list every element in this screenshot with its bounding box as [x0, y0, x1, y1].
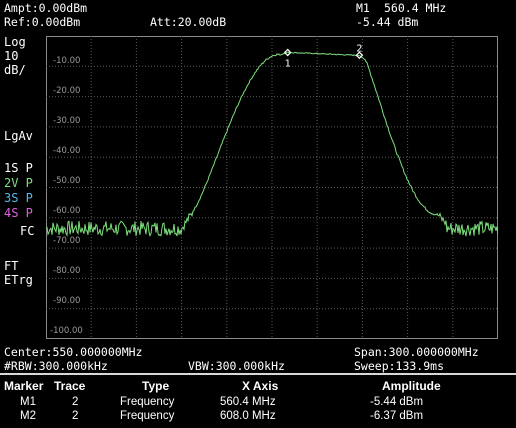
trace-2-mode: V P: [11, 176, 33, 190]
trace-3-status: 3S P: [4, 192, 33, 204]
y-axis-tick-label: -10.00: [53, 56, 81, 66]
y-axis-tick-label: -50.00: [53, 176, 81, 186]
table-divider: [0, 373, 516, 375]
span-readout: Span:300.000000MHz: [354, 345, 479, 359]
trace-1-status: 1S P: [4, 162, 33, 174]
y-axis-tick-label: -90.00: [53, 296, 81, 306]
plot-markers: 12: [283, 43, 364, 69]
type-column-header: Type: [142, 379, 170, 393]
center-frequency: Center:550.000000MHz: [4, 345, 143, 359]
active-marker-freq: 560.4 MHz: [384, 1, 447, 15]
ref-level-readout: Ref:0.00dBm: [4, 15, 81, 29]
spectrum-plot-svg: 12: [46, 36, 498, 339]
marker-row-2-type: Frequency: [120, 410, 175, 422]
ampt-readout: Ampt:0.00dBm: [4, 1, 88, 15]
plot-grid: [46, 36, 498, 339]
marker-row-1-name[interactable]: M1: [20, 396, 36, 408]
marker-table: Marker Trace Type X Axis Amplitude M1 2 …: [0, 376, 516, 428]
scale-division-label: 10: [4, 49, 19, 63]
attenuation-readout: Att:20.00dB: [150, 15, 227, 29]
marker-1-label: 1: [285, 58, 291, 69]
spectrum-plot[interactable]: 12: [46, 36, 498, 339]
marker-2-label: 2: [356, 43, 362, 54]
trace-2-status: 2V P: [4, 177, 33, 189]
marker-row-2-amplitude: -6.37 dBm: [370, 410, 424, 422]
spectrum-analyzer-screen: Ampt:0.00dBm Ref:0.00dBm Att:20.00dB M1 …: [0, 0, 516, 428]
trace-4-mode: S P: [11, 206, 33, 220]
marker-row-2-x: 608.0 MHz: [220, 410, 276, 422]
average-type-label: LgAv: [4, 129, 33, 143]
y-axis-tick-label: -70.00: [53, 236, 81, 246]
marker-row-1-amplitude: -5.44 dBm: [370, 396, 424, 408]
y-axis-tick-label: -100.00: [50, 326, 83, 336]
ft-label: FT: [4, 259, 19, 273]
trace-4-status: 4S P: [4, 207, 33, 219]
trace-3-mode: S P: [11, 191, 33, 205]
rbw-readout: #RBW:300.000kHz: [4, 359, 108, 373]
scale-type-label: Log: [4, 35, 26, 49]
trace-1-mode: S P: [11, 161, 33, 175]
trace-column-header: Trace: [54, 379, 86, 393]
marker-column-header: Marker: [4, 379, 44, 393]
y-axis-tick-label: -20.00: [53, 86, 81, 96]
y-axis-tick-label: -80.00: [53, 266, 81, 276]
fc-coupling-label: FC: [20, 224, 35, 238]
marker-row-2-name[interactable]: M2: [20, 410, 36, 422]
scale-unit-label: dB/: [4, 63, 26, 77]
y-axis-tick-label: -30.00: [53, 116, 81, 126]
marker-row-1-type: Frequency: [120, 396, 175, 408]
marker-row-2-trace: 2: [72, 410, 79, 422]
active-marker-name: M1: [356, 1, 370, 15]
sweep-time-readout: Sweep:133.9ms: [354, 359, 445, 373]
vbw-readout: VBW:300.000kHz: [188, 359, 285, 373]
active-marker-amplitude: -5.44 dBm: [356, 15, 419, 29]
y-axis-tick-label: -60.00: [53, 206, 81, 216]
marker-row-1-x: 560.4 MHz: [220, 396, 276, 408]
marker-row-1-trace: 2: [72, 396, 79, 408]
y-axis-tick-label: -40.00: [53, 146, 81, 156]
amplitude-column-header: Amplitude: [382, 379, 441, 393]
x-axis-column-header: X Axis: [242, 379, 279, 393]
external-trigger-label: ETrg: [4, 273, 33, 287]
